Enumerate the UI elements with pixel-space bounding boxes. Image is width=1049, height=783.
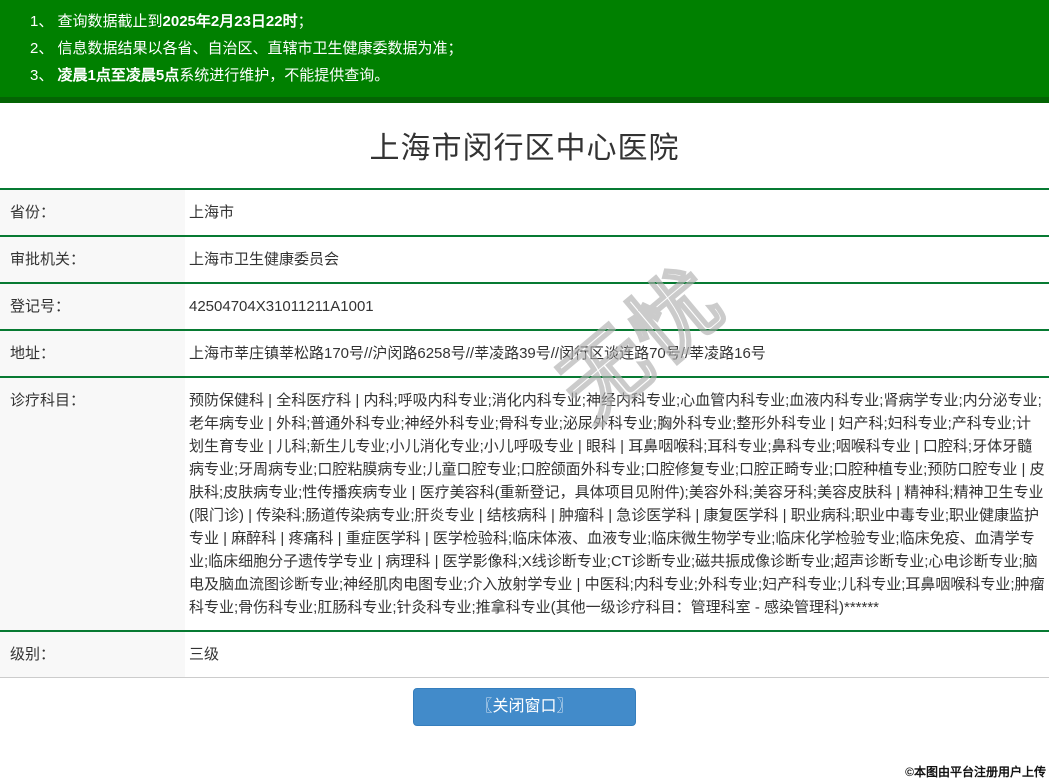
table-row-medical-subjects: 诊疗科目： 预防保健科 | 全科医疗科 | 内科;呼吸内科专业;消化内科专业;神…: [0, 377, 1049, 631]
field-label-address: 地址：: [0, 330, 185, 377]
field-value-province: 上海市: [189, 204, 235, 221]
field-label-level: 级别：: [0, 631, 185, 678]
notice-1-suffix: ；: [297, 13, 313, 30]
field-value-level: 三级: [189, 646, 220, 663]
close-window-button[interactable]: 〖关闭窗口〗: [413, 688, 636, 726]
details-table: 省份： 上海市 审批机关： 上海市卫生健康委员会 登记号： 42504704X3…: [0, 188, 1049, 678]
field-label-registration-number: 登记号：: [0, 283, 185, 330]
table-row-province: 省份： 上海市: [0, 189, 1049, 236]
field-value-medical-subjects: 预防保健科 | 全科医疗科 | 内科;呼吸内科专业;消化内科专业;神经内科专业;…: [189, 392, 1045, 616]
field-label-province: 省份：: [0, 189, 185, 236]
notice-3-suffix: 系统进行维护，不能提供查询。: [179, 67, 390, 84]
notice-3-prefix: 3、: [30, 67, 58, 84]
table-row-address: 地址： 上海市莘庄镇莘松路170号//沪闵路6258号//莘凌路39号//闵行区…: [0, 330, 1049, 377]
field-value-registration-number: 42504704X31011211A1001: [189, 298, 374, 315]
table-row-level: 级别： 三级: [0, 631, 1049, 678]
notice-1-prefix: 1、 查询数据截止到: [30, 13, 163, 30]
table-row-approval-authority: 审批机关： 上海市卫生健康委员会: [0, 236, 1049, 283]
field-label-approval-authority: 审批机关：: [0, 236, 185, 283]
notice-2-prefix: 2、 信息数据结果以各省、自治区、直辖市卫生健康委数据为准；: [30, 40, 463, 57]
notice-item-2: 2、 信息数据结果以各省、自治区、直辖市卫生健康委数据为准；: [30, 35, 1029, 62]
page-title: 上海市闵行区中心医院: [369, 132, 680, 165]
field-value-approval-authority: 上海市卫生健康委员会: [189, 251, 340, 268]
field-value-address: 上海市莘庄镇莘松路170号//沪闵路6258号//莘凌路39号//闵行区谈连路7…: [189, 345, 766, 362]
notice-item-3: 3、 凌晨1点至凌晨5点系统进行维护，不能提供查询。: [30, 62, 1029, 89]
notice-3-bold: 凌晨1点至凌晨5点: [57, 67, 180, 84]
table-row-registration-number: 登记号： 42504704X31011211A1001: [0, 283, 1049, 330]
notice-1-bold: 2025年2月23日22时: [162, 13, 298, 30]
field-label-medical-subjects: 诊疗科目：: [0, 377, 185, 631]
button-row: 〖关闭窗口〗: [0, 688, 1049, 726]
notice-item-1: 1、 查询数据截止到2025年2月23日22时；: [30, 8, 1029, 35]
upload-attribution: ©本图由平台注册用户上传: [905, 765, 1046, 779]
notice-banner: 1、 查询数据截止到2025年2月23日22时； 2、 信息数据结果以各省、自治…: [0, 0, 1049, 103]
